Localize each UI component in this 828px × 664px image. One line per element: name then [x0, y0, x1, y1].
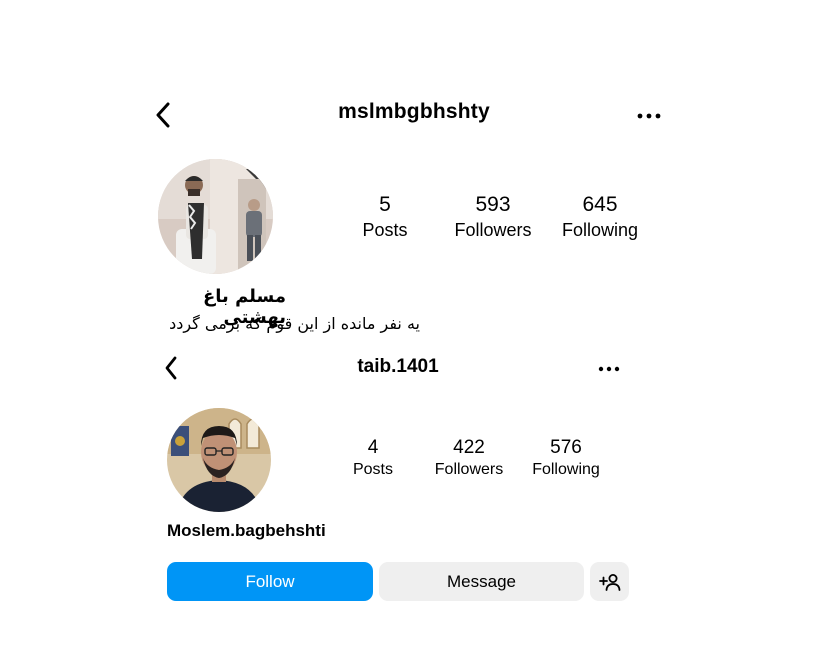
- display-name: Moslem.bagbehshti: [167, 521, 326, 540]
- following-count: 645: [582, 193, 618, 216]
- followers-label: Followers: [454, 220, 532, 240]
- posts-stat[interactable]: 5 Posts: [345, 193, 425, 241]
- avatar-photo: [158, 159, 273, 274]
- more-options-icon: [637, 113, 661, 119]
- followers-stat[interactable]: 593 Followers: [443, 193, 543, 241]
- more-options-icon: [598, 366, 620, 372]
- following-count: 576: [550, 437, 582, 458]
- avatar[interactable]: [167, 408, 271, 512]
- followers-stat[interactable]: 422 Followers: [424, 437, 514, 480]
- add-person-icon: [598, 573, 620, 591]
- more-options-button[interactable]: [632, 104, 666, 128]
- avatar-photo: [167, 408, 271, 512]
- followers-count: 422: [453, 437, 485, 458]
- bio-text: یه نفر مانده از این قوم که برمی گردد: [169, 314, 420, 333]
- following-label: Following: [561, 220, 639, 240]
- profile-username-title: taib.1401: [357, 356, 439, 377]
- followers-label: Followers: [434, 461, 504, 478]
- posts-count: 4: [367, 437, 379, 458]
- profile-username-title: mslmbgbhshty: [338, 100, 490, 123]
- back-button[interactable]: [158, 352, 184, 384]
- suggested-users-button[interactable]: [590, 562, 629, 601]
- posts-count: 5: [379, 193, 391, 216]
- posts-label: Posts: [362, 220, 408, 240]
- posts-stat[interactable]: 4 Posts: [337, 437, 409, 480]
- following-stat[interactable]: 576 Following: [521, 437, 611, 480]
- following-stat[interactable]: 645 Following: [550, 193, 650, 241]
- posts-label: Posts: [352, 461, 393, 478]
- follow-button[interactable]: Follow: [167, 562, 373, 601]
- following-label: Following: [532, 461, 600, 478]
- avatar[interactable]: [158, 159, 273, 274]
- back-chevron-icon: [165, 356, 177, 380]
- more-options-button[interactable]: [594, 358, 624, 380]
- followers-count: 593: [475, 193, 511, 216]
- message-button[interactable]: Message: [379, 562, 584, 601]
